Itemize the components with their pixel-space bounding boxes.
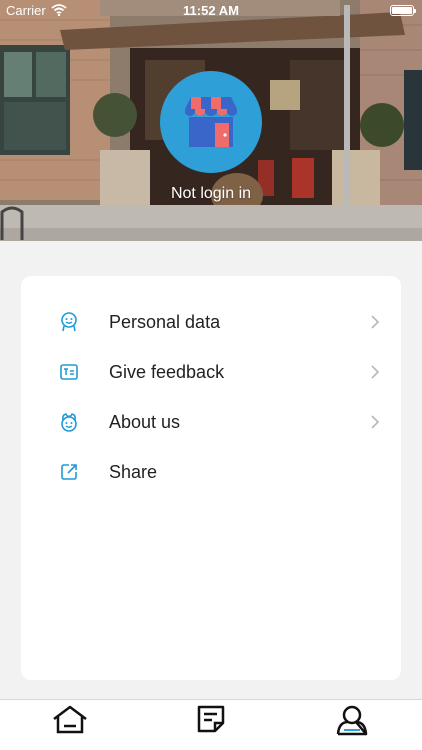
smiley-icon — [59, 412, 79, 432]
login-status-label[interactable]: Not login in — [0, 185, 422, 203]
menu-item-label: About us — [109, 412, 181, 432]
tab-profile[interactable] — [332, 704, 372, 738]
menu-item-personal-data[interactable]: Personal data — [21, 297, 401, 347]
chevron-right-icon — [370, 364, 380, 380]
tab-home[interactable] — [50, 704, 90, 738]
store-icon — [185, 97, 237, 147]
share-icon — [59, 462, 79, 482]
menu-item-give-feedback[interactable]: Give feedback — [21, 347, 401, 397]
tab-notes[interactable] — [191, 704, 231, 738]
profile-icon — [336, 705, 368, 736]
status-bar: Carrier 11:52 AM — [0, 0, 422, 22]
menu-item-share[interactable]: Share — [21, 447, 401, 497]
chevron-right-icon — [370, 314, 380, 330]
feedback-icon — [59, 362, 79, 382]
person-icon — [59, 312, 79, 332]
chevron-right-icon — [370, 414, 380, 430]
tab-bar — [0, 699, 422, 750]
battery-icon — [390, 5, 416, 16]
menu-item-about-us[interactable]: About us — [21, 397, 401, 447]
menu-item-label: Give feedback — [109, 362, 225, 382]
notes-icon — [197, 705, 225, 733]
header-banner: Carrier 11:52 AM Not login in — [0, 0, 422, 241]
menu-item-label: Share — [109, 462, 158, 482]
avatar[interactable] — [160, 71, 262, 173]
clock: 11:52 AM — [183, 3, 239, 18]
home-icon — [53, 705, 87, 734]
menu-item-label: Personal data — [109, 312, 221, 332]
menu-card: Personal data Give feedback About us Sha… — [21, 276, 401, 680]
